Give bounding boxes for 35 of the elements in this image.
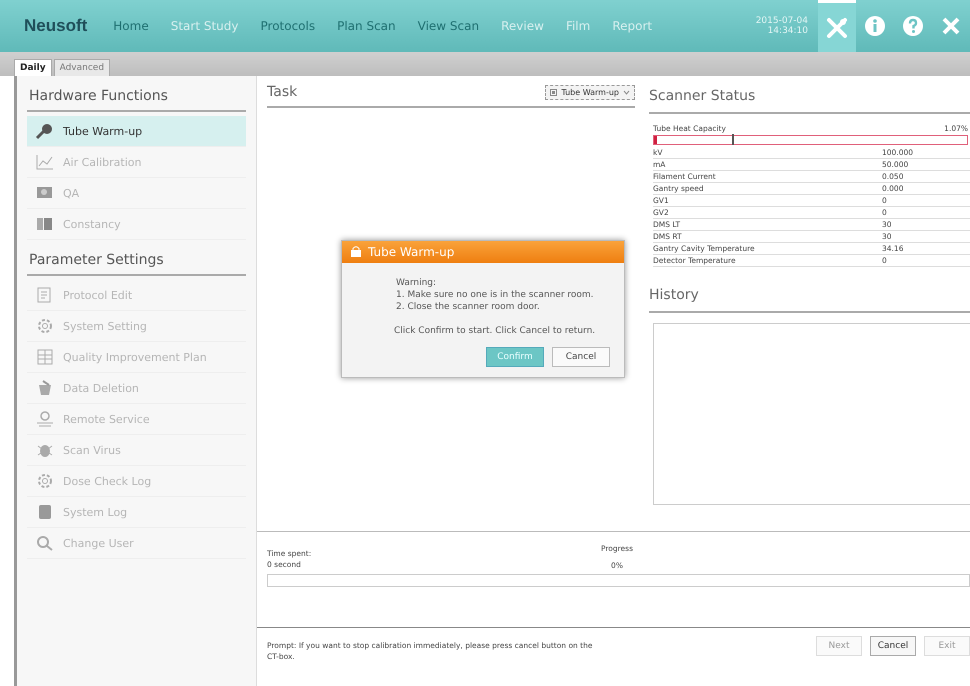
section-title: Parameter Settings bbox=[27, 248, 246, 276]
tab[interactable]: Daily bbox=[14, 59, 52, 76]
panel-title: History bbox=[649, 287, 700, 303]
chart-icon bbox=[35, 153, 55, 171]
date: 2015-07-04 bbox=[756, 16, 808, 26]
nav-link[interactable]: Plan Scan bbox=[337, 19, 396, 33]
list-icon bbox=[550, 88, 558, 96]
dialog-title: Tube Warm-up bbox=[368, 245, 454, 259]
confirm-button[interactable]: Confirm bbox=[486, 347, 544, 367]
warning-text: 1. Make sure no one is in the scanner room. bbox=[396, 289, 595, 301]
task-dropdown[interactable]: Tube Warm-up bbox=[545, 84, 635, 100]
time: 14:34:10 bbox=[768, 26, 808, 36]
tab[interactable]: Advanced bbox=[54, 59, 110, 76]
caret-icon bbox=[623, 90, 630, 94]
search-icon bbox=[35, 534, 55, 552]
cancel-button[interactable]: Cancel bbox=[552, 347, 610, 367]
tube-icon bbox=[35, 122, 55, 140]
footer-button[interactable]: Cancel bbox=[870, 636, 916, 656]
panel-title: Scanner Status bbox=[649, 88, 756, 104]
nav-link[interactable]: View Scan bbox=[418, 19, 480, 33]
gear-icon bbox=[35, 472, 55, 490]
panel-icon bbox=[35, 215, 55, 233]
instruction-text: Click Confirm to start. Click Cancel to return. bbox=[394, 325, 596, 337]
grid-icon bbox=[35, 348, 55, 366]
tools-icon[interactable] bbox=[818, 0, 856, 52]
nav-link[interactable]: Protocols bbox=[260, 19, 316, 33]
panel-title: Task bbox=[267, 84, 298, 100]
lock-icon bbox=[350, 246, 362, 258]
section-title: Hardware Functions bbox=[27, 84, 246, 112]
sidebar-item[interactable]: Tube Warm-up bbox=[27, 116, 246, 147]
gear-icon bbox=[35, 317, 55, 335]
warning-text: Warning: bbox=[396, 277, 438, 289]
nav-link[interactable]: Home bbox=[113, 19, 149, 33]
warning-text: 2. Close the scanner room door. bbox=[396, 301, 541, 313]
logo: Neusoft bbox=[24, 16, 88, 36]
